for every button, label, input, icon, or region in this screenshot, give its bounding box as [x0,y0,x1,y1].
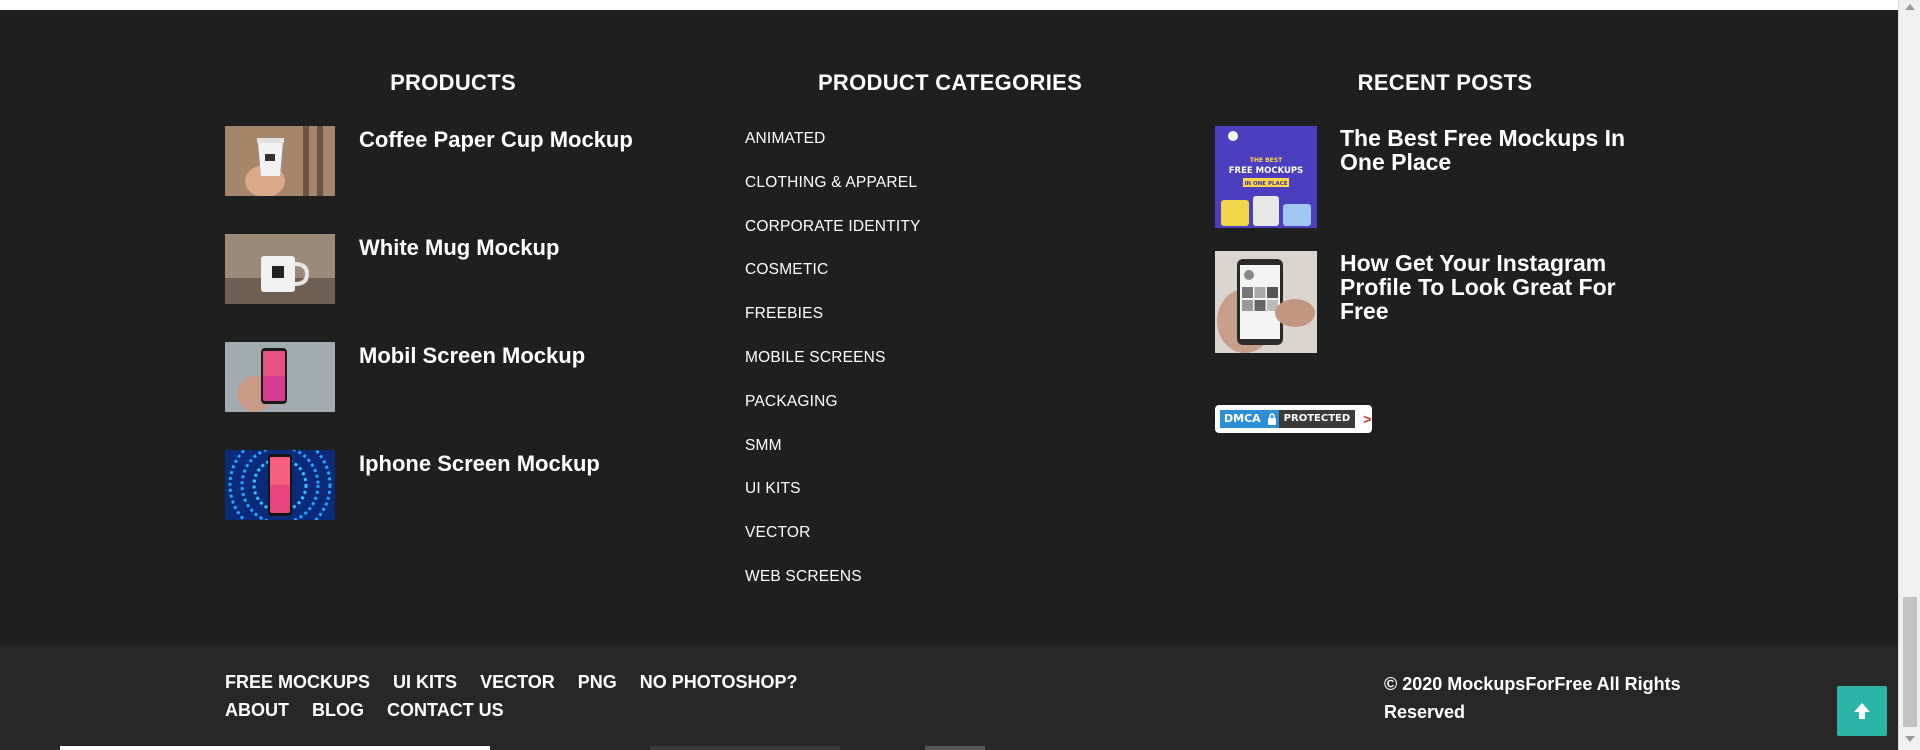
post-thumbnail-instagram [1215,251,1317,353]
dmca-protected-badge[interactable]: DMCA PROTECTED > [1215,405,1372,433]
post-item-best-free-mockups[interactable]: THE BEST FREE MOCKUPS IN ONE PLACE The B… [1215,126,1675,228]
post-thumb-text-1: THE BEST [1250,157,1283,164]
nav-link-png[interactable]: PNG [578,672,617,692]
scroll-up-arrow-icon[interactable] [1905,4,1915,10]
post-item-instagram-profile[interactable]: How Get Your Instagram Profile To Look G… [1215,251,1675,353]
product-title[interactable]: White Mug Mockup [359,235,559,261]
category-link-mobile-screens[interactable]: MOBILE SCREENS [745,349,921,393]
category-link-packaging[interactable]: PACKAGING [745,393,921,437]
category-list: ANIMATED CLOTHING & APPAREL CORPORATE ID… [745,130,921,612]
copyright-text: © 2020 MockupsForFree All Rights Reserve… [1384,674,1681,722]
iphone-screen-thumbnail [225,450,335,520]
category-link-animated[interactable]: ANIMATED [745,130,921,174]
lock-icon [1264,410,1279,428]
product-title[interactable]: Coffee Paper Cup Mockup [359,127,633,153]
post-title[interactable]: The Best Free Mockups In One Place [1340,126,1660,174]
nav-link-vector[interactable]: VECTOR [480,672,555,692]
coffee-cup-thumbnail [225,126,335,196]
white-mug-thumbnail [225,234,335,304]
product-title[interactable]: Mobil Screen Mockup [359,343,585,369]
recent-posts-heading: RECENT POSTS [1357,70,1533,95]
scroll-to-top-button[interactable] [1837,686,1887,736]
bottom-nav-row-1: FREE MOCKUPS UI KITS VECTOR PNG NO PHOTO… [225,672,815,693]
nav-link-no-photoshop[interactable]: NO PHOTOSHOP? [640,672,798,692]
category-link-cosmetic[interactable]: COSMETIC [745,261,921,305]
categories-heading: PRODUCT CATEGORIES [817,70,1083,95]
dmca-protected-label: PROTECTED [1278,410,1356,428]
product-item-white-mug[interactable]: White Mug Mockup [225,234,685,304]
chevron-right-icon: > [1363,411,1372,427]
vertical-scrollbar[interactable] [1898,0,1920,750]
nav-link-about[interactable]: ABOUT [225,700,289,720]
nav-link-blog[interactable]: BLOG [312,700,364,720]
category-link-clothing[interactable]: CLOTHING & APPAREL [745,174,921,218]
arrow-up-icon [1854,703,1870,719]
scrollbar-thumb[interactable] [1903,597,1917,727]
nav-link-free-mockups[interactable]: FREE MOCKUPS [225,672,370,692]
category-link-freebies[interactable]: FREEBIES [745,305,921,349]
nav-link-contact-us[interactable]: CONTACT US [387,700,504,720]
page-bottom-overlay [925,746,985,750]
category-link-corporate-identity[interactable]: CORPORATE IDENTITY [745,218,921,262]
bottom-nav-row-2: ABOUT BLOG CONTACT US [225,700,522,721]
category-link-smm[interactable]: SMM [745,437,921,481]
post-title[interactable]: How Get Your Instagram Profile To Look G… [1340,251,1660,323]
page-top-area [0,0,1898,10]
product-item-coffee-cup[interactable]: Coffee Paper Cup Mockup [225,126,685,196]
product-item-iphone-screen[interactable]: Iphone Screen Mockup [225,450,685,520]
product-item-mobil-screen[interactable]: Mobil Screen Mockup [225,342,685,412]
product-title[interactable]: Iphone Screen Mockup [359,451,600,477]
post-thumb-text-3: IN ONE PLACE [1244,181,1287,187]
category-link-web-screens[interactable]: WEB SCREENS [745,568,921,612]
mobile-screen-thumbnail [225,342,335,412]
page-bottom-overlay [60,746,490,750]
category-link-ui-kits[interactable]: UI KITS [745,480,921,524]
products-heading: PRODUCTS [390,70,516,95]
category-link-vector[interactable]: VECTOR [745,524,921,568]
scroll-down-arrow-icon[interactable] [1905,736,1915,742]
post-thumbnail-best-free-mockups: THE BEST FREE MOCKUPS IN ONE PLACE [1215,126,1317,228]
post-thumb-text-2: FREE MOCKUPS [1229,166,1304,176]
nav-link-ui-kits[interactable]: UI KITS [393,672,457,692]
dmca-label: DMCA [1220,410,1265,428]
page-bottom-overlay [650,746,840,750]
